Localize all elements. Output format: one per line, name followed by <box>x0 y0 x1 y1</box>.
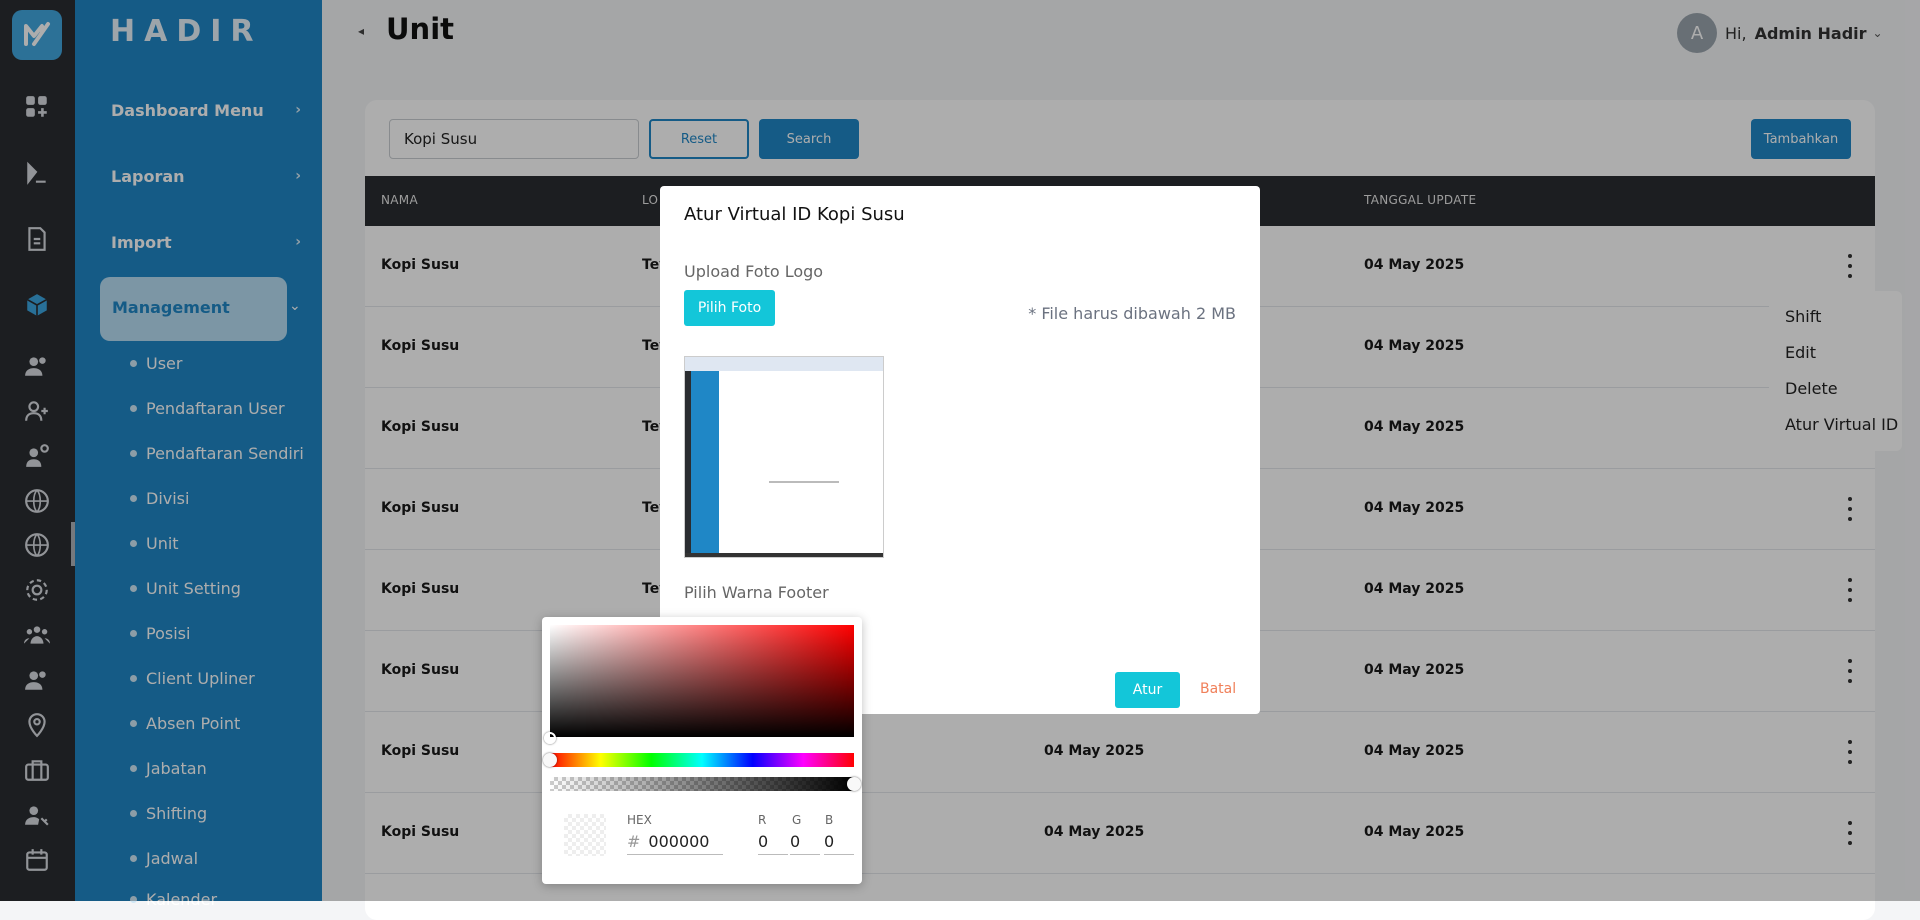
hex-input[interactable]: #000000 <box>627 829 723 855</box>
modal-title: Atur Virtual ID Kopi Susu <box>684 204 905 225</box>
footer-color-label: Pilih Warna Footer <box>684 583 829 602</box>
b-label: B <box>825 813 834 827</box>
choose-photo-button[interactable]: Pilih Foto <box>684 290 775 326</box>
hash-symbol: # <box>627 832 641 851</box>
r-input[interactable]: 0 <box>758 829 788 855</box>
hex-value: 000000 <box>648 832 710 851</box>
file-size-note: * File harus dibawah 2 MB <box>1028 304 1236 323</box>
hue-slider[interactable] <box>550 753 854 767</box>
upload-logo-label: Upload Foto Logo <box>684 262 824 281</box>
cancel-button[interactable]: Batal <box>1200 681 1236 697</box>
saturation-handle[interactable] <box>544 732 556 744</box>
hex-label: HEX <box>627 813 652 827</box>
logo-preview-image <box>684 356 884 558</box>
alpha-slider[interactable] <box>550 777 854 791</box>
alpha-handle[interactable] <box>847 777 861 791</box>
saturation-area[interactable] <box>550 625 854 737</box>
apply-button[interactable]: Atur <box>1115 672 1180 708</box>
g-input[interactable]: 0 <box>790 829 820 855</box>
color-picker: HEX #000000 R 0 G 0 B 0 <box>542 617 862 884</box>
color-swatch <box>564 814 606 856</box>
r-label: R <box>758 813 767 827</box>
b-input[interactable]: 0 <box>824 829 854 855</box>
g-label: G <box>792 813 802 827</box>
hue-handle[interactable] <box>543 753 557 767</box>
